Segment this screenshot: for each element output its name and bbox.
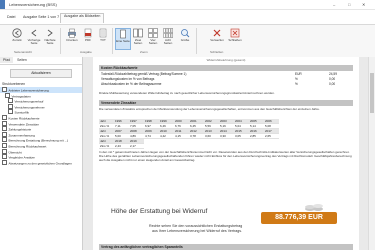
- title-bar: Lebensversicherung (BSS) – □ ✕: [0, 0, 375, 10]
- group-label: Schließen: [210, 50, 224, 54]
- previous-page-icon: [29, 28, 39, 38]
- tab-ausgabe-seite[interactable]: Ausgabe Seite 1 von 7: [20, 15, 62, 19]
- checkbox-icon[interactable]: [2, 87, 7, 92]
- paragraph: In den mit * gekennzeichneten Jahren lie…: [99, 150, 352, 162]
- refresh-button[interactable]: Aktualisieren: [10, 69, 72, 78]
- refund-amount: 88.776,39 EUR: [261, 212, 337, 224]
- checkbox-icon[interactable]: [8, 109, 13, 115]
- table-cell: 2,85: [249, 133, 264, 139]
- table-cell: 3,78: [189, 133, 204, 139]
- next-page-button[interactable]: Nächste Seite: [43, 28, 57, 48]
- ribbon-tabs: Datei Ausgabe Seite 1 von 7 Ausgabe als …: [0, 10, 375, 24]
- print-button[interactable]: Drucken: [65, 28, 79, 48]
- eight-pages-button[interactable]: Acht Seiten: [161, 28, 175, 48]
- checkbox-icon[interactable]: [8, 98, 13, 104]
- separator: [60, 28, 61, 54]
- table-cell: 3,05: [234, 133, 249, 139]
- discard-button[interactable]: Verwerfen: [210, 28, 224, 48]
- section-header: Verwendete Zinssätze: [99, 100, 353, 106]
- checkbox-icon[interactable]: [2, 120, 7, 126]
- app-icon: [0, 0, 5, 9]
- tab-datei[interactable]: Datei: [4, 15, 18, 19]
- checkbox-icon[interactable]: [2, 154, 7, 160]
- table-cell: 2,43: [114, 143, 129, 149]
- toolbar: Zurück Vorherige Seite Nächste Seite Dru…: [0, 24, 375, 58]
- maximize-button[interactable]: □: [348, 2, 350, 7]
- close-report-button[interactable]: Schließen: [228, 28, 242, 48]
- previous-page-button[interactable]: Vorherige Seite: [27, 28, 41, 48]
- table-row: Abschlusskosten im % der Beitragssumme %…: [101, 82, 336, 86]
- banner-subtitle: aus Ihrer Lebensversicherung bei Widerru…: [152, 229, 243, 233]
- table-cell: 2,65: [264, 133, 279, 139]
- two-pages-icon: [133, 28, 143, 38]
- pdf-icon: [83, 28, 93, 38]
- paragraph: Die verwendeten Zinssätze entsprechen de…: [99, 107, 320, 111]
- pdf-button[interactable]: PDF: [81, 28, 95, 48]
- back-button[interactable]: Zurück: [10, 28, 24, 48]
- structure-panel: Pfad Seiten Aktualisieren Strukturebenen…: [0, 57, 83, 250]
- window-close-button[interactable]: ✕: [362, 2, 365, 7]
- banner-subtitle: Rechte sehen Sie den voraussichtlichen E…: [149, 224, 243, 228]
- tab-pfad[interactable]: Pfad: [0, 57, 13, 63]
- table-cell: 4,15: [174, 133, 189, 139]
- checkbox-icon[interactable]: [5, 92, 10, 98]
- discard-icon: [212, 28, 222, 38]
- page-heading-line: Widerrufsbelehrung (gesamt): [206, 58, 246, 62]
- table-cell: Zins %: [99, 143, 114, 149]
- tab-ausgabe-bildseiten[interactable]: Ausgabe als Bildseiten: [60, 13, 105, 23]
- zoom-button[interactable]: Größe: [178, 28, 192, 48]
- document-viewer: Widerrufsbelehrung (gesamt) Kosten Rückk…: [83, 57, 369, 250]
- tree-header: Strukturebenen: [2, 82, 26, 86]
- next-page-icon: [45, 28, 55, 38]
- table-cell: 2,17: [129, 143, 144, 149]
- printer-icon: [67, 28, 77, 38]
- refund-banner: Höhe der Erstattung bei Widerruf Rechte …: [99, 199, 353, 241]
- checkbox-icon[interactable]: [2, 131, 7, 137]
- two-pages-button[interactable]: Zwei Seiten: [131, 28, 145, 48]
- separator: [196, 28, 197, 54]
- table-cell: 3,60: [204, 133, 219, 139]
- rates-table: Jahr 1996 1997 1998 1999 2000 2001 2002 2003 2004…: [99, 119, 279, 149]
- report-page: Widerrufsbelehrung (gesamt) Kosten Rückk…: [93, 57, 359, 250]
- minimize-button[interactable]: –: [333, 2, 335, 7]
- panel-tabs: Pfad Seiten: [0, 57, 82, 65]
- four-pages-button[interactable]: Vier Seiten: [146, 28, 160, 48]
- zoom-icon: [180, 28, 190, 38]
- separator: [112, 28, 113, 54]
- table-cell: 3,30: [219, 133, 234, 139]
- back-arrow-icon: [12, 28, 22, 38]
- txt-button[interactable]: TXT: [96, 28, 110, 48]
- txt-icon: [98, 28, 108, 38]
- scrollbar-thumb[interactable]: [370, 73, 374, 113]
- checkbox-icon[interactable]: [2, 126, 7, 132]
- checkbox-icon[interactable]: [2, 142, 7, 148]
- section-header: Kosten Rückkaufwerte: [99, 65, 353, 71]
- eight-pages-icon: [163, 28, 173, 38]
- coin-stack-icon: [305, 204, 323, 211]
- tree-item[interactable]: Absetzungen zu den gesetzlichen Grundlag…: [0, 159, 82, 166]
- group-label: Seitenansicht: [14, 50, 33, 54]
- checkbox-icon[interactable]: [2, 137, 7, 143]
- four-pages-icon: [148, 28, 158, 38]
- banner-title: Höhe der Erstattung bei Widerruf: [111, 208, 208, 215]
- vertical-scrollbar[interactable]: [368, 57, 375, 250]
- group-label: Zoom: [140, 50, 148, 54]
- one-page-icon: [118, 29, 128, 39]
- close-icon: [230, 28, 240, 38]
- section-header: Vertrag des anfänglichen vertraglichen S…: [99, 244, 353, 250]
- table-cell: 4,74: [144, 133, 159, 139]
- checkbox-icon[interactable]: [8, 103, 13, 109]
- tab-seiten[interactable]: Seiten: [14, 57, 30, 63]
- group-label: Ausgabe: [80, 50, 92, 54]
- one-page-button[interactable]: Eine Seite: [115, 28, 131, 50]
- note-text: Direkte Multbewertung verwendeten Widerr…: [99, 91, 275, 95]
- checkbox-icon[interactable]: [2, 114, 7, 120]
- table-cell: 4,42: [159, 133, 174, 139]
- checkbox-icon[interactable]: [2, 159, 7, 165]
- structure-tree: Anbieter Lebensversicherung Vertragsdate…: [0, 87, 82, 165]
- checkbox-icon[interactable]: [2, 148, 7, 154]
- window-title: Lebensversicherung (BSS): [9, 2, 57, 7]
